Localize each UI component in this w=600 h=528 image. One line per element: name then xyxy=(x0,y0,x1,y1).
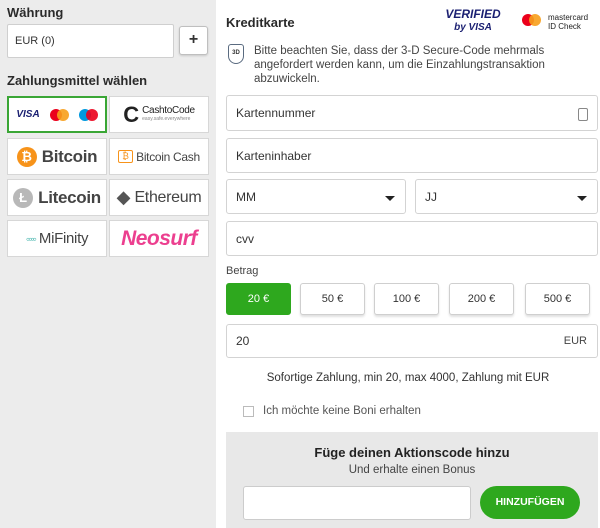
currency-select[interactable]: EUR (0) xyxy=(7,24,174,58)
visa-logo: VISA xyxy=(16,109,40,120)
chevron-down-icon xyxy=(385,196,395,201)
card-form-panel: Kreditkarte VERIFIED by VISA mastercard … xyxy=(216,0,600,528)
amount-option-50[interactable]: 50 € xyxy=(300,283,365,315)
neosurf-logo: Neosurf xyxy=(121,226,197,250)
card-number-field[interactable]: Kartennummer xyxy=(226,95,598,131)
amount-currency: EUR xyxy=(563,335,587,347)
payment-method-bitcoin[interactable]: ₿ Bitcoin xyxy=(7,138,107,175)
amount-value: 20 xyxy=(236,334,250,348)
cashtocode-logo-icon: C xyxy=(123,101,140,127)
mastercard-icon xyxy=(522,14,541,26)
cashtocode-tagline: easy.safe.everywhere xyxy=(142,115,191,122)
amount-option-20[interactable]: 20 € xyxy=(226,283,291,315)
cashtocode-label: CashtoCode xyxy=(142,104,195,116)
payment-method-neosurf[interactable]: Neosurf xyxy=(109,220,209,257)
verified-by-visa-logo: VERIFIED by VISA xyxy=(444,8,502,38)
litecoin-label: Litecoin xyxy=(38,187,101,207)
litecoin-icon: Ł xyxy=(13,187,34,208)
payment-method-cashtocode[interactable]: C CashtoCode easy.safe.everywhere xyxy=(109,96,209,133)
amount-label: Betrag xyxy=(226,265,259,277)
amount-option-200[interactable]: 200 € xyxy=(449,283,514,315)
maestro-icon xyxy=(78,108,98,121)
amount-option-500[interactable]: 500 € xyxy=(525,283,590,315)
by-visa-text: by VISA xyxy=(454,22,492,33)
payment-method-card[interactable]: VISA xyxy=(7,96,107,133)
mastercard-id-check-logo: mastercard ID Check xyxy=(516,12,596,36)
card-form-title: Kreditkarte xyxy=(226,15,295,30)
currency-title: Währung xyxy=(7,5,64,20)
verified-text: VERIFIED xyxy=(445,7,501,21)
promo-title: Füge deinen Aktionscode hinzu xyxy=(314,445,510,460)
chevron-down-icon xyxy=(577,196,587,201)
promo-subtitle: Und erhalte einen Bonus xyxy=(348,464,476,476)
ethereum-label: Ethereum xyxy=(134,188,202,206)
bitcoin-cash-icon: ₿ xyxy=(118,150,134,163)
mifinity-label: MiFinity xyxy=(38,230,89,247)
card-icon xyxy=(578,108,588,121)
bitcoin-cash-label: Bitcoin Cash xyxy=(136,149,200,164)
expiry-month-select[interactable]: MM xyxy=(226,179,406,214)
expiry-year-select[interactable]: JJ xyxy=(415,179,598,214)
payment-method-mifinity[interactable]: ◦◦◦◦ MiFinity xyxy=(7,220,107,257)
expiry-month-value: MM xyxy=(236,189,256,204)
bitcoin-label: Bitcoin xyxy=(41,146,98,166)
bitcoin-icon: ₿ xyxy=(16,146,37,167)
payment-method-litecoin[interactable]: Ł Litecoin xyxy=(7,179,107,216)
expiry-year-value: JJ xyxy=(425,189,437,204)
payment-method-ethereum[interactable]: ◆ Ethereum xyxy=(109,179,209,216)
left-panel: Währung EUR (0) + Zahlungsmittel wählen … xyxy=(0,0,216,528)
payment-methods-title: Zahlungsmittel wählen xyxy=(7,73,148,88)
3d-secure-info: Bitte beachten Sie, dass der 3-D Secure-… xyxy=(254,45,545,85)
amount-option-100[interactable]: 100 € xyxy=(374,283,439,315)
card-number-placeholder: Kartennummer xyxy=(236,106,316,120)
add-promo-button[interactable]: HINZUFÜGEN xyxy=(480,486,580,519)
no-bonus-label: Ich möchte keine Boni erhalten xyxy=(263,405,421,417)
amount-note: Sofortige Zahlung, min 20, max 4000, Zah… xyxy=(266,372,550,384)
mifinity-icon: ◦◦◦◦ xyxy=(25,231,37,246)
add-currency-button[interactable]: + xyxy=(179,26,208,55)
no-bonus-checkbox[interactable] xyxy=(243,406,254,417)
cvv-field[interactable]: cvv xyxy=(226,221,598,256)
promo-code-section: Füge deinen Aktionscode hinzu Und erhalt… xyxy=(226,432,598,528)
amount-input[interactable]: 20 EUR xyxy=(226,324,598,358)
card-holder-placeholder: Karteninhaber xyxy=(236,148,312,163)
3d-secure-icon: 3D xyxy=(228,44,244,64)
mastercard-icon xyxy=(49,108,69,121)
cvv-placeholder: cvv xyxy=(236,231,254,246)
ethereum-icon: ◆ xyxy=(116,187,131,207)
promo-code-input[interactable] xyxy=(243,486,471,520)
payment-method-bitcoin-cash[interactable]: ₿ Bitcoin Cash xyxy=(109,138,209,175)
mc-name-text: mastercard xyxy=(548,13,589,22)
mc-idcheck-text: ID Check xyxy=(548,22,581,31)
card-holder-field[interactable]: Karteninhaber xyxy=(226,138,598,173)
